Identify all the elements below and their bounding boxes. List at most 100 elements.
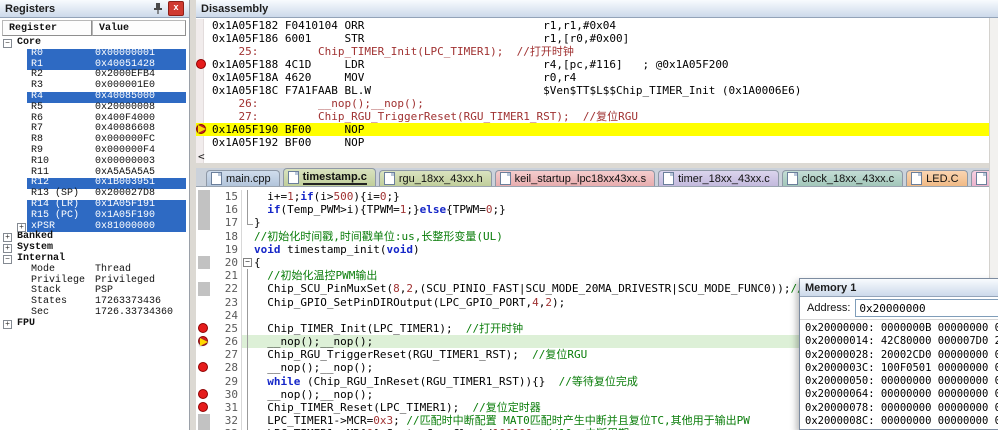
tab-rgu-18xx-43xx-h[interactable]: rgu_18xx_43xx.h: [378, 170, 492, 186]
register-value: 0x1A05F190: [95, 209, 156, 221]
disassembly-line[interactable]: 0x1A05F190 BF00 NOP: [196, 123, 998, 136]
fold-guide: [243, 216, 253, 229]
memory-row[interactable]: 0x20000064: 00000000 00000000 0: [805, 388, 998, 401]
disassembly-line[interactable]: 0x1A05F18C F7A1FAAB BL.W $Ven$TT$L$$Chip…: [196, 84, 998, 97]
line-number: 15: [224, 190, 238, 203]
memory-row[interactable]: 0x20000050: 00000000 00000000 0: [805, 375, 998, 388]
tab-timer-18xx-43xx-c[interactable]: timer_18xx_43xx.c: [658, 170, 779, 186]
fold-guide: [243, 374, 253, 388]
code-marker[interactable]: [198, 203, 210, 217]
close-icon[interactable]: x: [168, 1, 184, 16]
breakpoint-icon[interactable]: [198, 322, 208, 333]
register-value: 0x00000001: [95, 47, 156, 59]
fold-collapse-icon[interactable]: −: [243, 256, 253, 269]
disassembly-text: 27: Chip_RGU_TriggerReset(RGU_TIMER1_RST…: [212, 110, 638, 123]
document-icon: [786, 172, 798, 185]
register-row[interactable]: + FPU: [0, 318, 189, 330]
memory-window: Memory 1 Address: 0x20000000: 0000000B 0…: [799, 278, 998, 430]
code-text: {: [254, 255, 261, 269]
disassembly-line[interactable]: 27: Chip_RGU_TriggerReset(RGU_TIMER1_RST…: [196, 110, 998, 123]
memory-row[interactable]: 0x2000003C: 100F0501 00000000 0: [805, 362, 998, 375]
disassembly-line[interactable]: 26: __nop();__nop();: [196, 97, 998, 110]
tab-led-c[interactable]: LED.C: [906, 170, 968, 186]
disassembly-line[interactable]: 0x1A05F192 BF00 NOP: [196, 136, 998, 149]
memory-row[interactable]: 0x20000028: 20002CD0 00000000 0: [805, 349, 998, 362]
scrollbar-track[interactable]: [989, 18, 998, 278]
line-number: 26: [224, 335, 238, 349]
document-icon: [663, 172, 675, 185]
code-line[interactable]: 16 if(Temp_PWM>i){TPWM=1;}else{TPWM=0;}: [196, 203, 998, 217]
disassembly-title: Disassembly: [201, 2, 269, 15]
disassembly-line[interactable]: 0x1A05F186 6001 STR r1,[r0,#0x00]: [196, 32, 998, 45]
memory-row[interactable]: 0x20000078: 00000000 00000000 0: [805, 402, 998, 415]
document-icon: [911, 172, 923, 185]
fold-guide: [243, 295, 253, 309]
tree-expander-icon[interactable]: +: [17, 222, 26, 232]
tree-expander-icon[interactable]: −: [3, 254, 12, 264]
code-line[interactable]: 17}: [196, 216, 998, 230]
code-line[interactable]: 19 void timestamp_init(void): [196, 243, 998, 256]
disassembly-text: 0x1A05F192 BF00 NOP: [212, 136, 365, 149]
code-marker[interactable]: [198, 190, 210, 204]
code-line[interactable]: 20−{: [196, 255, 998, 270]
code-marker[interactable]: [198, 282, 210, 296]
breakpoint-icon[interactable]: [198, 362, 208, 373]
code-text: __nop();__nop();: [254, 361, 374, 375]
code-marker[interactable]: [198, 414, 210, 428]
disassembly-line[interactable]: 0x1A05F182 F0410104 ORR r1,r1,#0x04: [196, 19, 998, 32]
disassembly-text: 0x1A05F186 6001 STR r1,[r0,#0x00]: [212, 32, 630, 45]
register-name: R0: [31, 47, 44, 59]
disassembly-line[interactable]: 0x1A05F188 4C1D LDR r4,[pc,#116] ; @0x1A…: [196, 58, 998, 71]
tree-expander-icon[interactable]: +: [3, 319, 12, 329]
tree-expander-icon[interactable]: +: [3, 244, 12, 254]
code-marker[interactable]: [198, 216, 210, 230]
pin-icon[interactable]: [152, 2, 164, 15]
document-icon: [499, 172, 511, 185]
memory-address-input[interactable]: [855, 299, 998, 317]
code-text: LPC_TIMER1->MCR=0x3; //匹配时中断配置 MAT0匹配时产生…: [254, 414, 750, 428]
registers-title: Registers: [5, 2, 56, 15]
tab-timestamp-c[interactable]: timestamp.c: [282, 168, 376, 186]
fold-guide: [243, 269, 253, 283]
tab-keil-startup-lpc18xx43xx-s[interactable]: keil_startup_lpc18xx43xx.s: [494, 170, 656, 186]
line-number: 21: [224, 269, 238, 283]
line-number: 29: [224, 374, 238, 388]
register-row[interactable]: R0 0x00000001: [0, 47, 189, 60]
column-header-register[interactable]: Register: [2, 20, 92, 36]
scroll-left-arrow-icon[interactable]: <: [198, 150, 205, 163]
line-number: 32: [224, 414, 238, 428]
fold-guide: [243, 243, 253, 256]
editor-tab-bar: main.cpp timestamp.c rgu_18xx_43xx.h keil_s…: [196, 168, 998, 187]
column-header-value[interactable]: Value: [92, 20, 186, 36]
breakpoint-icon[interactable]: [196, 59, 206, 69]
disassembly-line[interactable]: 0x1A05F18A 4620 MOV r0,r4: [196, 71, 998, 84]
memory-row[interactable]: 0x2000008C: 00000000 00000000 0: [805, 415, 998, 428]
tab-label: keil_startup_lpc18xx43xx.s: [514, 172, 647, 185]
registers-column-headers: Register Value: [2, 20, 187, 36]
line-number: 19: [224, 242, 238, 256]
code-text: __nop();__nop();: [254, 387, 374, 401]
line-number: 20: [224, 255, 238, 269]
breakpoint-icon[interactable]: [198, 388, 208, 399]
memory-row[interactable]: 0x20000014: 42C80000 000007D0 2: [805, 335, 998, 348]
tree-expander-icon[interactable]: −: [3, 39, 12, 48]
register-row[interactable]: R5 0x20000008: [0, 102, 189, 114]
code-line[interactable]: 18 //初始化时间戳,时间戳单位:us,长整形变量(UL): [196, 230, 998, 243]
memory-row[interactable]: 0x20000000: 0000000B 00000000 0: [805, 322, 998, 335]
register-value: 0x00000003: [95, 155, 156, 167]
breakpoint-icon[interactable]: [198, 402, 208, 412]
disassembly-line[interactable]: 25: Chip_TIMER_Init(LPC_TIMER1); //打开时钟: [196, 45, 998, 58]
register-name: R10: [31, 155, 50, 167]
register-row[interactable]: Mode Thread: [0, 264, 189, 276]
tab-clock-18xx-43xx-c[interactable]: clock_18xx_43xx.c: [781, 170, 904, 186]
tree-expander-icon[interactable]: +: [3, 233, 12, 243]
code-line[interactable]: 15 i+=1;if(i>500){i=0;}: [196, 190, 998, 204]
register-row[interactable]: R10 0x00000003: [0, 155, 189, 168]
code-marker[interactable]: [198, 255, 210, 270]
tab-main-cpp[interactable]: main.cpp: [206, 170, 280, 186]
code-text: Chip_TIMER_Reset(LPC_TIMER1); //复位定时器: [254, 401, 541, 414]
memory-address-row: Address:: [800, 297, 998, 320]
code-text: }: [254, 216, 261, 230]
fold-guide: [243, 401, 253, 415]
register-row[interactable]: R15 (PC) 0x1A05F190: [0, 209, 189, 222]
